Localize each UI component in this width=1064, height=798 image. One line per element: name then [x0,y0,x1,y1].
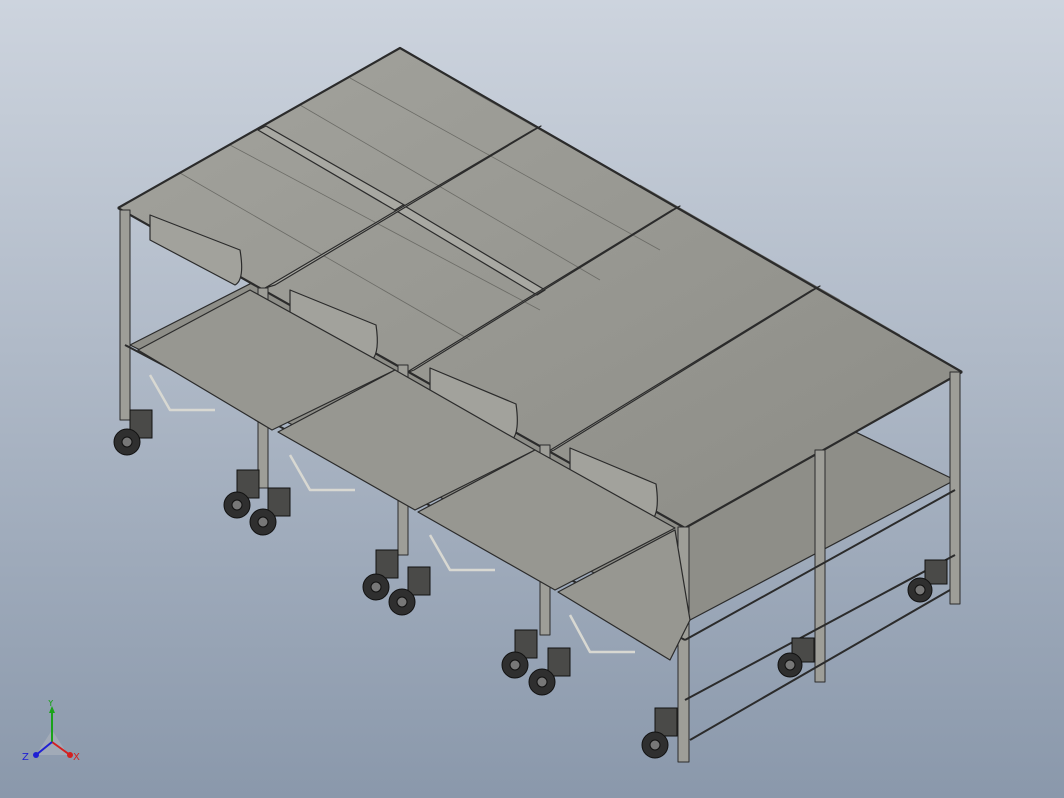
cad-viewport[interactable]: Y X Z [0,0,1064,798]
y-axis-label: Y [47,700,54,709]
orientation-triad[interactable]: Y X Z [14,700,94,780]
z-axis-arrow-icon [33,752,39,758]
x-axis-label: X [73,752,80,763]
z-axis-label: Z [22,752,29,763]
model-view[interactable] [0,0,1064,798]
